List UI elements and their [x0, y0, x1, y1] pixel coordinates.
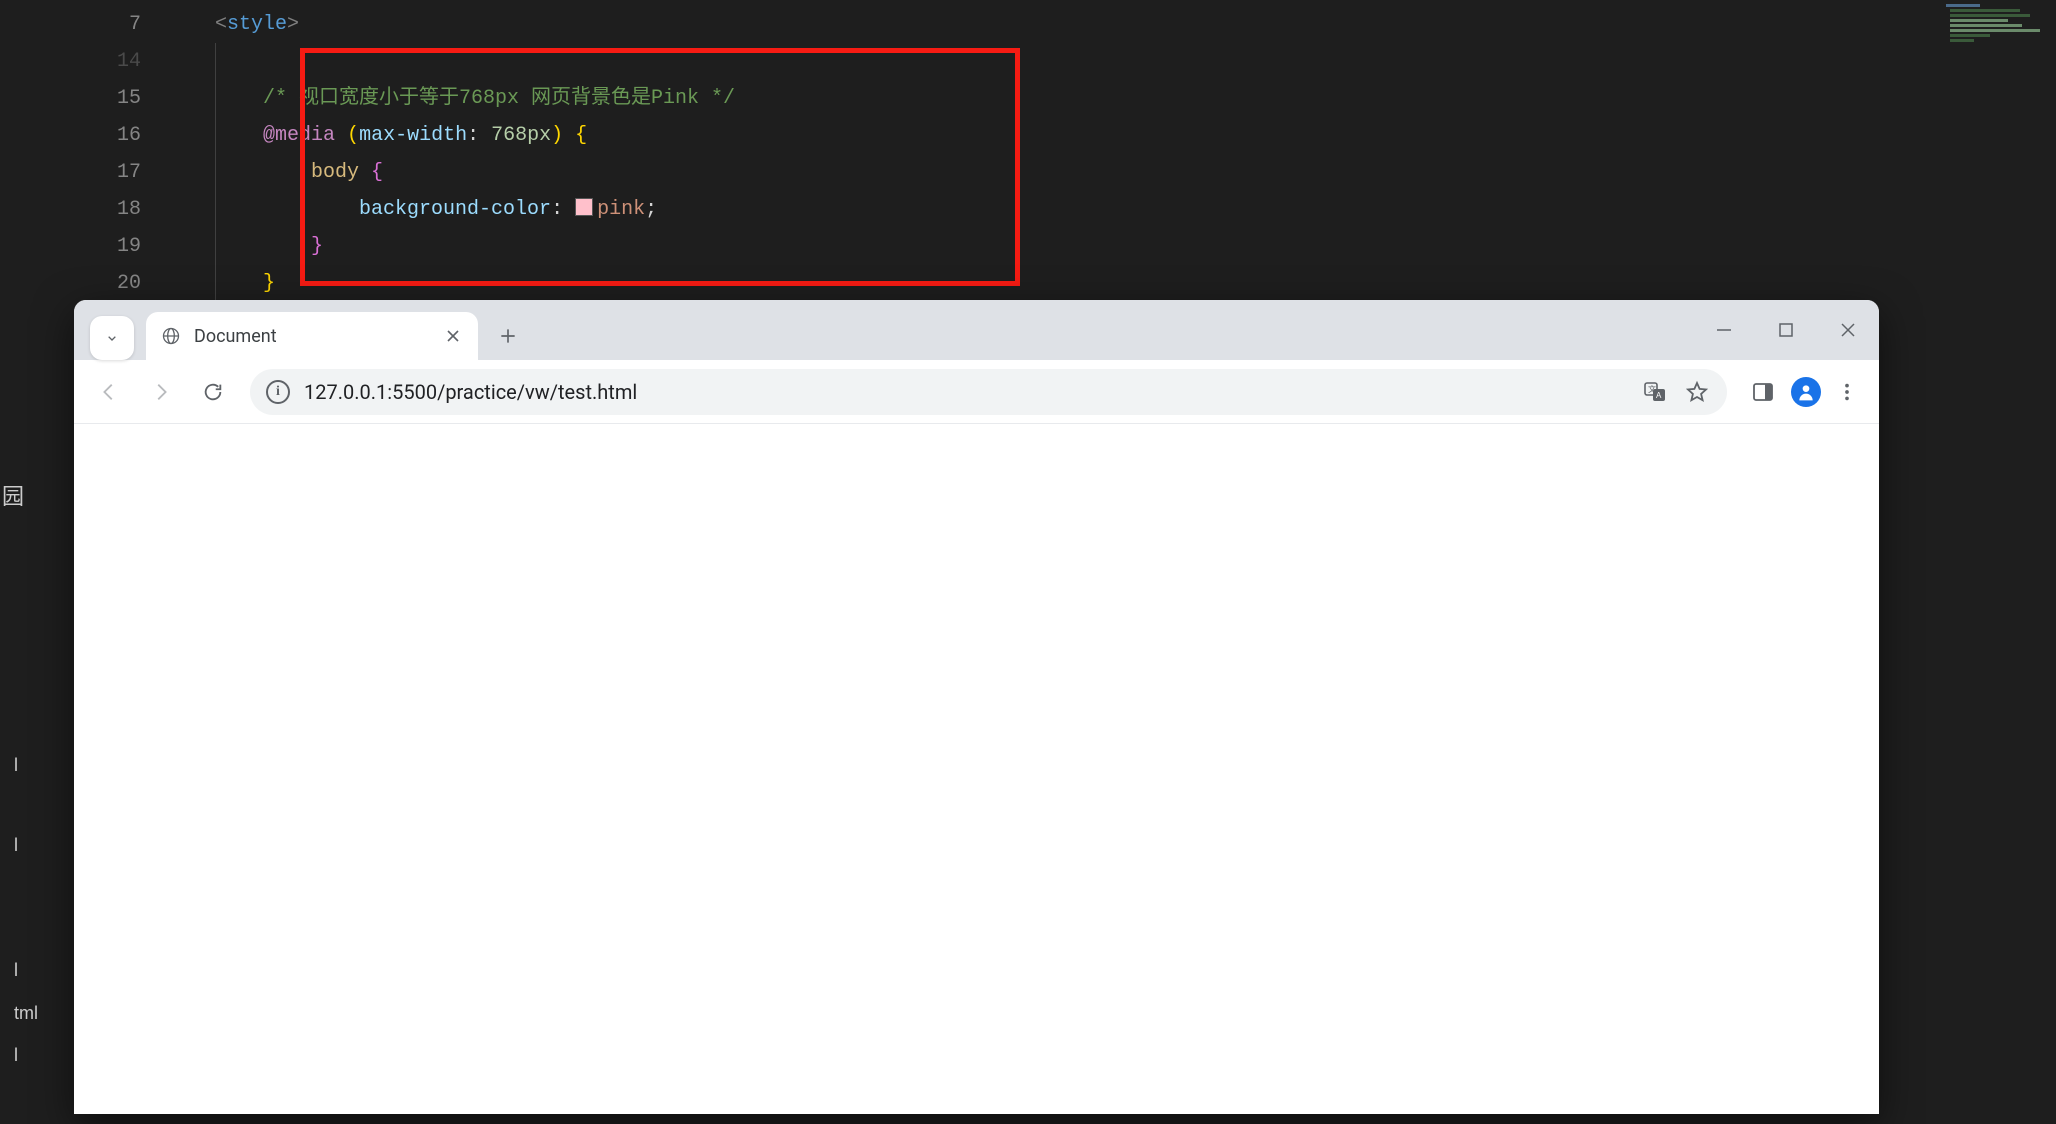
code-token: <	[215, 13, 227, 36]
svg-text:文: 文	[1648, 384, 1656, 394]
code-token: }	[263, 272, 275, 295]
code-token: max-width	[359, 124, 467, 147]
code-token: /* 视口宽度小于等于768px 网页背景色是Pink */	[263, 87, 735, 110]
code-token: {	[575, 124, 587, 147]
close-icon	[1839, 321, 1857, 339]
line-number: 14	[0, 43, 175, 80]
profile-avatar-button[interactable]	[1791, 377, 1821, 407]
arrow-left-icon	[98, 381, 120, 403]
kebab-menu-icon	[1836, 381, 1858, 403]
new-tab-button[interactable]	[488, 316, 528, 356]
code-line[interactable]: }	[175, 265, 2056, 302]
nav-forward-button[interactable]	[138, 369, 184, 415]
code-content[interactable]: <style> /* 视口宽度小于等于768px 网页背景色是Pink */ @…	[175, 0, 2056, 339]
line-number: 18	[0, 191, 175, 228]
minimap[interactable]	[1940, 4, 2052, 124]
globe-icon	[160, 325, 182, 347]
code-token: ;	[645, 198, 657, 221]
line-number: 15	[0, 80, 175, 117]
line-number: 20	[0, 265, 175, 302]
code-token: pink	[597, 198, 645, 221]
code-token: @media	[263, 124, 335, 147]
url-text[interactable]: 127.0.0.1:5500/practice/vw/test.html	[304, 380, 1627, 404]
code-token: :	[467, 124, 479, 147]
person-icon	[1796, 382, 1816, 402]
code-line[interactable]: <style>	[175, 6, 2056, 43]
reload-icon	[202, 381, 224, 403]
code-token: (	[347, 124, 359, 147]
sidebar-fragment: l	[0, 830, 52, 860]
window-controls	[1693, 300, 1879, 360]
sidebar-fragment: 园	[0, 482, 52, 512]
line-number: 16	[0, 117, 175, 154]
tab-title: Document	[194, 326, 430, 347]
translate-icon[interactable]: 文A	[1641, 378, 1669, 406]
code-token: >	[287, 13, 299, 36]
browser-window: Document i 127.0.0.1:5500/practice/vw/te…	[74, 300, 1879, 1114]
sidebar-fragment: tml	[0, 998, 52, 1028]
code-token: style	[227, 13, 287, 36]
code-line[interactable]: @media (max-width: 768px) {	[175, 117, 2056, 154]
line-number: 19	[0, 228, 175, 265]
browser-toolbar: i 127.0.0.1:5500/practice/vw/test.html 文…	[74, 360, 1879, 424]
code-line[interactable]: background-color: pink;	[175, 191, 2056, 228]
side-panel-icon[interactable]	[1749, 378, 1777, 406]
tab-close-button[interactable]	[442, 325, 464, 347]
arrow-right-icon	[150, 381, 172, 403]
sidebar-fragment: l	[0, 750, 52, 780]
bookmark-star-icon[interactable]	[1683, 378, 1711, 406]
site-info-icon[interactable]: i	[266, 380, 290, 404]
color-swatch-icon[interactable]	[575, 198, 593, 216]
code-line[interactable]: }	[175, 228, 2056, 265]
maximize-icon	[1777, 321, 1795, 339]
plus-icon	[498, 326, 518, 346]
browser-tab[interactable]: Document	[146, 312, 478, 360]
window-maximize-button[interactable]	[1755, 308, 1817, 352]
close-icon	[446, 329, 460, 343]
nav-back-button[interactable]	[86, 369, 132, 415]
chevron-down-icon	[104, 330, 120, 346]
address-bar[interactable]: i 127.0.0.1:5500/practice/vw/test.html 文…	[250, 369, 1727, 415]
window-minimize-button[interactable]	[1693, 308, 1755, 352]
tab-search-button[interactable]	[90, 316, 134, 360]
browser-viewport[interactable]	[74, 424, 1879, 1114]
code-line[interactable]: /* 视口宽度小于等于768px 网页背景色是Pink */	[175, 80, 2056, 117]
line-number: 7	[0, 6, 175, 43]
code-token: {	[371, 161, 383, 184]
line-number-gutter: 7 14 15 16 17 18 19 20 21	[0, 0, 175, 339]
line-number: 17	[0, 154, 175, 191]
code-token: :	[551, 198, 563, 221]
nav-reload-button[interactable]	[190, 369, 236, 415]
sidebar-fragment: l	[0, 1040, 52, 1070]
code-token: }	[311, 235, 323, 258]
code-token: body	[311, 161, 359, 184]
browser-tabstrip[interactable]: Document	[74, 300, 1879, 360]
code-token: 768px	[491, 124, 551, 147]
svg-text:A: A	[1656, 391, 1662, 400]
sidebar-fragment: l	[0, 955, 52, 985]
code-line[interactable]	[175, 43, 2056, 80]
code-token: )	[551, 124, 563, 147]
minimize-icon	[1715, 321, 1733, 339]
window-close-button[interactable]	[1817, 308, 1879, 352]
code-token: background-color	[359, 198, 551, 221]
code-line[interactable]: body {	[175, 154, 2056, 191]
browser-menu-button[interactable]	[1827, 381, 1867, 403]
